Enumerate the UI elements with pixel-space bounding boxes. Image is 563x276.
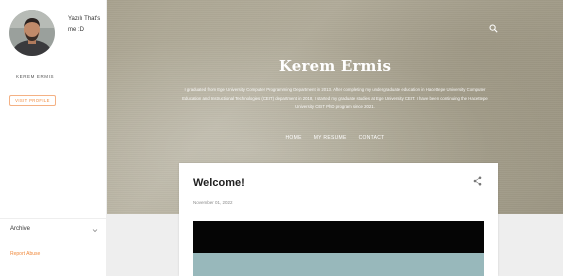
profile-bio: Yazılı That's me :D bbox=[68, 16, 101, 33]
search-icon[interactable] bbox=[489, 24, 498, 33]
visit-profile-button[interactable]: VISIT PROFILE bbox=[9, 95, 56, 106]
nav-contact[interactable]: CONTACT bbox=[359, 135, 385, 141]
avatar[interactable] bbox=[9, 10, 55, 56]
post-image-teal-band bbox=[193, 253, 484, 276]
blog-title[interactable]: Kerem Ermis bbox=[107, 57, 563, 75]
nav-my-resume[interactable]: MY RESUME bbox=[314, 135, 347, 141]
archive-label: Archive bbox=[10, 226, 31, 232]
post-title[interactable]: Welcome! bbox=[193, 177, 245, 189]
share-icon[interactable] bbox=[473, 176, 482, 186]
post-image[interactable] bbox=[193, 221, 484, 276]
post-image-dark-band bbox=[193, 221, 484, 253]
blog-description: I graduated from Ege University Computer… bbox=[182, 87, 488, 110]
chevron-down-icon[interactable] bbox=[92, 228, 98, 233]
profile-sidebar: Yazılı That's me :D KEREM ERMIS VISIT PR… bbox=[0, 0, 107, 276]
main-nav: HOME MY RESUME CONTACT bbox=[107, 135, 563, 141]
nav-home[interactable]: HOME bbox=[286, 135, 302, 141]
profile-name: KEREM ERMIS bbox=[16, 74, 55, 79]
archive-widget[interactable]: Archive bbox=[0, 218, 107, 240]
post-card: Welcome! November 01, 2022 bbox=[179, 163, 498, 276]
report-abuse-link[interactable]: Report Abuse bbox=[10, 251, 40, 257]
post-date: November 01, 2022 bbox=[193, 200, 233, 205]
